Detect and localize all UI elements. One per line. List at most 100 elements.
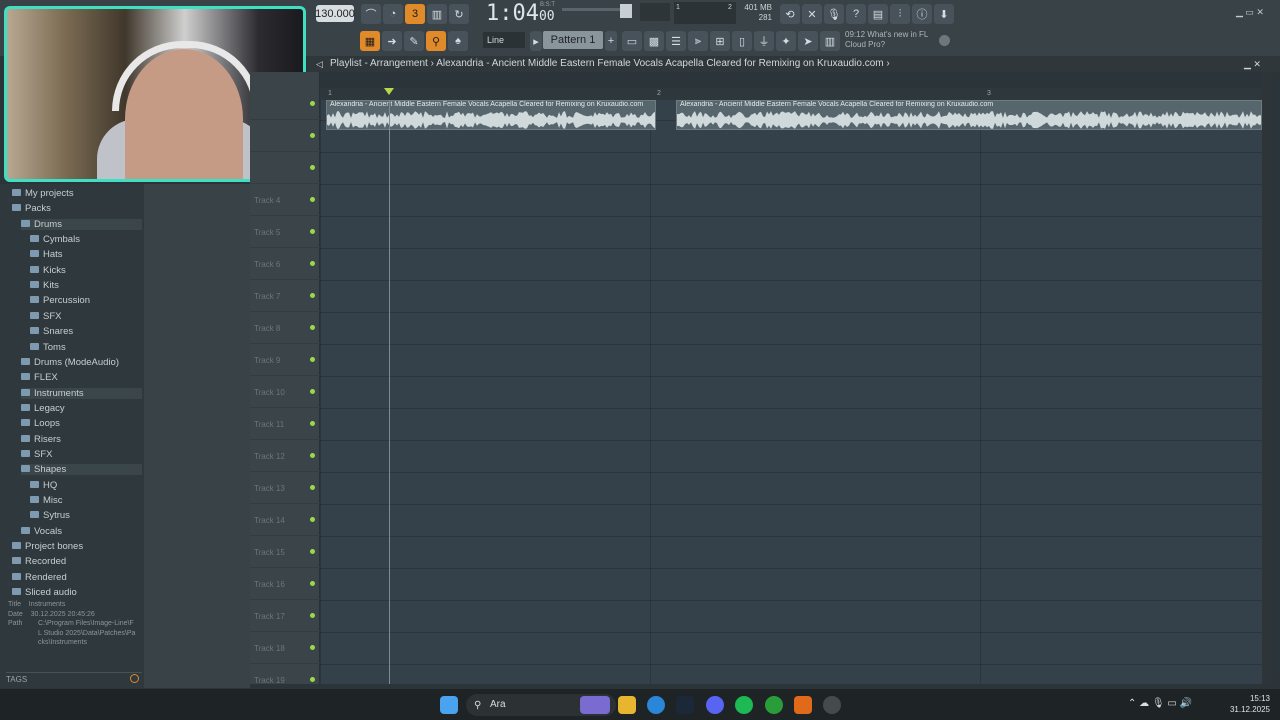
taskbar-clock[interactable]: 15:13 31.12.2025 (1222, 693, 1270, 715)
track-header[interactable]: Track 9 (250, 344, 320, 376)
channel-rack-icon[interactable]: ▭ (622, 31, 642, 51)
track-led[interactable] (310, 293, 315, 298)
browser-item[interactable]: Snares (30, 326, 142, 337)
plug-icon[interactable]: ⏚ (754, 31, 774, 51)
tray-icons[interactable]: ⌃ ☁ 🎙 ▭ 🔊 (1128, 698, 1192, 709)
link-icon[interactable]: ⚲ (426, 31, 446, 51)
track-header[interactable]: Track 16 (250, 568, 320, 600)
playlist-window-controls[interactable]: ▁ ✕ (1244, 56, 1261, 72)
browser-item[interactable]: My projects (12, 188, 142, 199)
track-header[interactable]: Track 14 (250, 504, 320, 536)
track-led[interactable] (310, 357, 315, 362)
edge-icon[interactable] (647, 696, 665, 714)
track-header-2[interactable] (250, 120, 320, 152)
save-icon[interactable]: ▤ (868, 4, 888, 24)
browser-item[interactable]: Instruments (21, 387, 142, 399)
browser-item[interactable]: Percussion (30, 295, 142, 306)
countdown-icon[interactable]: 3 (405, 4, 425, 24)
undo-icon[interactable]: ⟲ (780, 4, 800, 24)
browser-item[interactable]: SFX (21, 449, 142, 460)
piano-roll-icon[interactable]: ▩ (644, 31, 664, 51)
windows-start-icon[interactable] (440, 696, 458, 714)
track-header[interactable]: Track 13 (250, 472, 320, 504)
search-icon[interactable] (130, 674, 139, 683)
track-led[interactable] (310, 421, 315, 426)
track-header[interactable]: Track 8 (250, 312, 320, 344)
browser-item[interactable]: Kicks (30, 265, 142, 276)
browser-item[interactable]: SFX (30, 311, 142, 322)
prev-pattern-icon[interactable]: ▸ (530, 31, 542, 51)
metronome-icon[interactable]: ⌒ (361, 4, 381, 24)
browser-item[interactable]: Kits (30, 280, 142, 291)
file-explorer-icon[interactable] (618, 696, 636, 714)
steam-icon[interactable] (676, 696, 694, 714)
track-led[interactable] (310, 677, 315, 682)
tempo-tap-icon[interactable]: ✦ (776, 31, 796, 51)
browser-item[interactable]: Drums (21, 218, 142, 230)
browser-item[interactable]: Loops (21, 418, 142, 429)
mixer-view-icon[interactable]: ☰ (666, 31, 686, 51)
browser-item[interactable]: Sytrus (30, 510, 142, 521)
add-pattern-icon[interactable]: + (605, 31, 617, 51)
audio-clip-2[interactable]: Alexandria - Ancient Middle Eastern Fema… (676, 100, 1262, 130)
playlist-menu-icon[interactable]: ◁ (316, 56, 323, 72)
track-led[interactable] (310, 485, 315, 490)
track-led[interactable] (310, 325, 315, 330)
browser-item[interactable]: Vocals (21, 526, 142, 537)
track-header[interactable]: Track 4 (250, 184, 320, 216)
blend-notes-icon[interactable]: ▥ (427, 4, 447, 24)
track-header[interactable]: Track 10 (250, 376, 320, 408)
render-icon[interactable]: ➤ (798, 31, 818, 51)
loop-record-icon[interactable]: ↻ (449, 4, 469, 24)
spotify-icon[interactable] (735, 696, 753, 714)
timeline-ruler[interactable]: 1 2 3 (320, 88, 1262, 100)
track-led[interactable] (310, 645, 315, 650)
track-led[interactable] (310, 581, 315, 586)
browser-item[interactable]: Misc (30, 495, 142, 506)
track-led[interactable] (310, 613, 315, 618)
fl-studio-icon[interactable] (794, 696, 812, 714)
xbox-icon[interactable] (765, 696, 783, 714)
arrow-icon[interactable]: ➜ (382, 31, 402, 51)
browser-item[interactable]: Packs (12, 203, 142, 214)
track-header-1[interactable] (250, 88, 320, 120)
window-controls[interactable]: ▁ ▭ ✕ (1236, 7, 1264, 18)
track-led[interactable] (310, 389, 315, 394)
browser-item[interactable]: FLEX (21, 372, 142, 383)
browser-item[interactable]: Sliced audio (12, 587, 142, 598)
track-header[interactable]: Track 17 (250, 600, 320, 632)
globe-icon[interactable] (939, 35, 950, 46)
close-panel-icon[interactable]: ✕ (802, 4, 822, 24)
download-icon[interactable]: ⬇ (934, 4, 954, 24)
browser-item[interactable]: Toms (30, 342, 142, 353)
track-header[interactable]: Track 7 (250, 280, 320, 312)
stamp-icon[interactable]: ♠ (448, 31, 468, 51)
playlist-grid[interactable] (320, 88, 1262, 684)
news-panel[interactable]: 09:12 What's new in FL Cloud Pro? (845, 30, 928, 50)
browser-item[interactable]: HQ (30, 480, 142, 491)
track-header[interactable]: Track 11 (250, 408, 320, 440)
track-header-3[interactable] (250, 152, 320, 184)
track-header[interactable]: Track 15 (250, 536, 320, 568)
track-led[interactable] (310, 101, 315, 106)
track-led[interactable] (310, 133, 315, 138)
widgets-icon[interactable] (580, 696, 610, 714)
browser-item[interactable]: Project bones (12, 541, 142, 552)
browser-item[interactable]: Hats (30, 249, 142, 260)
browser-item[interactable]: Risers (21, 434, 142, 445)
playlist-icon[interactable]: ▦ (360, 31, 380, 51)
tempo-display[interactable]: 130.000 (315, 5, 355, 22)
help-icon[interactable]: ? (846, 4, 866, 24)
microphone-icon[interactable]: 🎙 (824, 4, 844, 24)
track-header[interactable]: Track 18 (250, 632, 320, 664)
browser-item[interactable]: Rendered (12, 572, 142, 583)
playlist-scrollbar[interactable] (1262, 72, 1272, 684)
track-led[interactable] (310, 229, 315, 234)
track-header[interactable]: Track 6 (250, 248, 320, 280)
project-icon[interactable]: ▯ (732, 31, 752, 51)
track-header[interactable]: Track 12 (250, 440, 320, 472)
track-led[interactable] (310, 165, 315, 170)
track-header[interactable]: Track 5 (250, 216, 320, 248)
shop-icon[interactable]: ▥ (820, 31, 840, 51)
browser-icon[interactable]: ⊞ (710, 31, 730, 51)
